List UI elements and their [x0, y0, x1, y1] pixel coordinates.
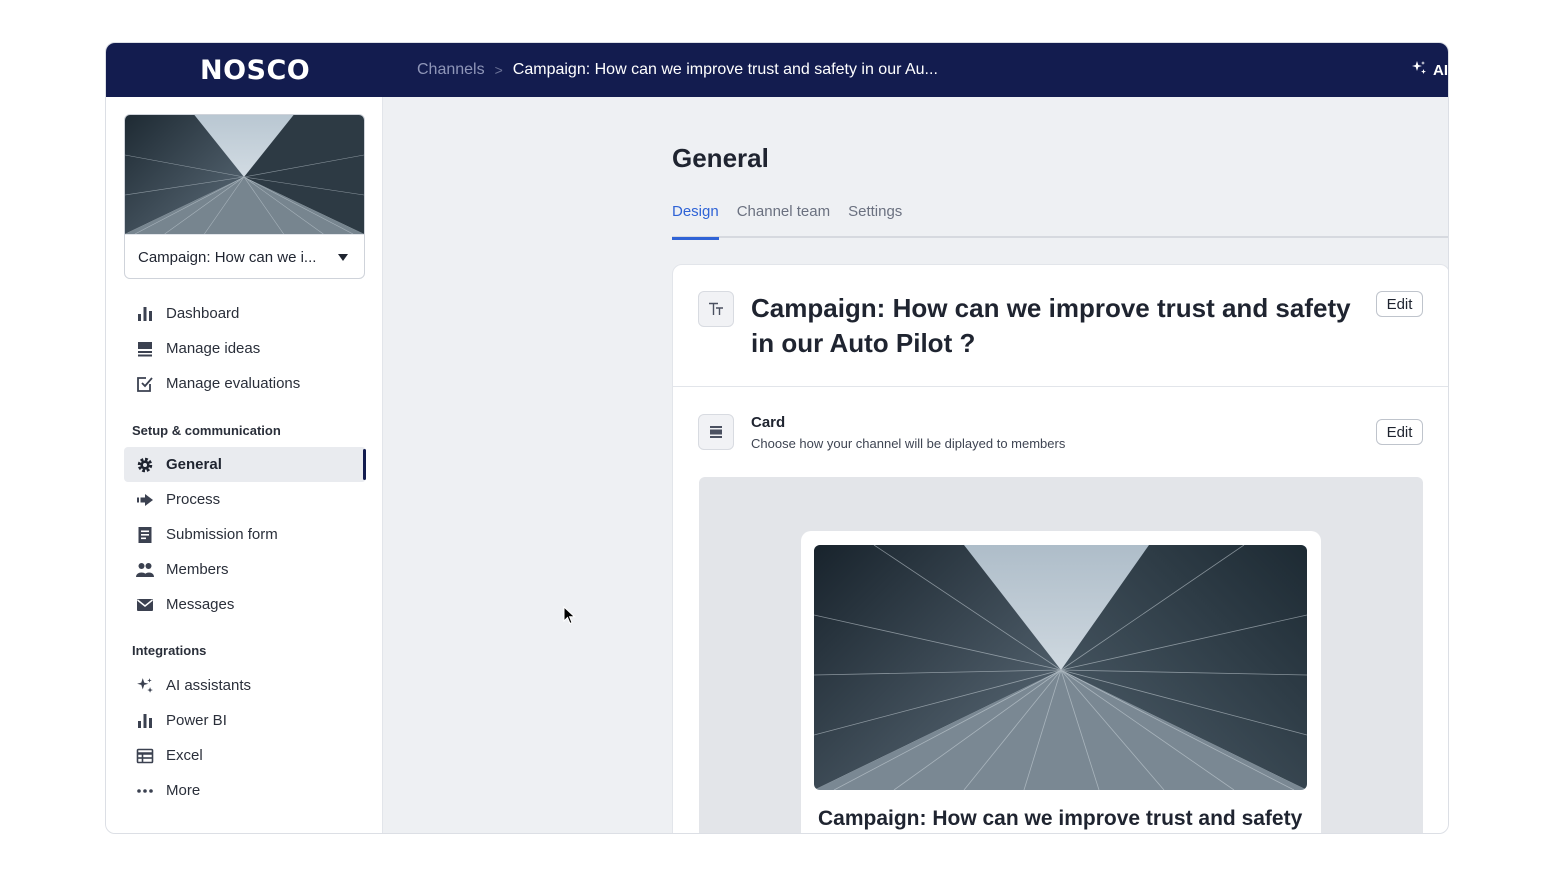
form-icon: [136, 526, 154, 544]
channel-select[interactable]: Campaign: How can we i...: [125, 234, 364, 278]
logo[interactable]: NOSCO: [200, 55, 310, 86]
edit-card-button[interactable]: Edit: [1376, 419, 1423, 445]
sidebar-item-label: Excel: [166, 747, 203, 764]
text-size-icon: [698, 291, 734, 327]
main-content: General Design Channel team Settings Cam…: [383, 97, 1448, 833]
section-label-integrations: Integrations: [132, 643, 207, 658]
channel-switcher[interactable]: Campaign: How can we i...: [124, 114, 365, 279]
mouse-cursor-icon: [563, 606, 576, 625]
gear-icon: [136, 456, 154, 474]
app-window: NOSCO Channels > Campaign: How can we im…: [105, 42, 1449, 834]
card-preview: Campaign: How can we improve trust and s…: [801, 531, 1321, 833]
breadcrumb-channels-link[interactable]: Channels: [417, 61, 485, 79]
page-title: General: [672, 143, 769, 173]
bar-chart-icon: [136, 305, 154, 323]
title-section: Campaign: How can we improve trust and s…: [673, 265, 1448, 387]
card-preview-image: [814, 545, 1307, 790]
sidebar-item-submission-form[interactable]: Submission form: [124, 517, 366, 552]
sidebar-item-messages[interactable]: Messages: [124, 587, 366, 622]
card-section-title: Card: [751, 414, 786, 431]
ai-label: AI: [1433, 61, 1448, 79]
users-icon: [136, 561, 154, 579]
card-preview-title: Campaign: How can we improve trust and s…: [818, 807, 1303, 830]
sidebar-item-ai-assistants[interactable]: AI assistants: [124, 668, 366, 703]
sparkle-icon: [136, 677, 154, 695]
sidebar-item-label: More: [166, 782, 201, 799]
sidebar-item-label: Manage ideas: [166, 340, 261, 357]
main-nav: Dashboard Manage ideas Manage evaluation…: [124, 296, 366, 401]
sidebar-item-more[interactable]: More: [124, 773, 366, 808]
sidebar-item-power-bi[interactable]: Power BI: [124, 703, 366, 738]
edit-title-button[interactable]: Edit: [1376, 291, 1423, 317]
campaign-title: Campaign: How can we improve trust and s…: [751, 293, 1351, 358]
envelope-icon: [136, 596, 154, 614]
sidebar-item-members[interactable]: Members: [124, 552, 366, 587]
channel-thumbnail: [125, 115, 364, 234]
sidebar-item-dashboard[interactable]: Dashboard: [124, 296, 366, 331]
bar-chart-icon: [136, 712, 154, 730]
card-section-description: Choose how your channel will be diplayed…: [751, 436, 1066, 451]
sidebar-item-label: Members: [166, 561, 229, 578]
sidebar-item-label: AI assistants: [166, 677, 252, 694]
sidebar-item-excel[interactable]: Excel: [124, 738, 366, 773]
card-preview-area: Campaign: How can we improve trust and s…: [699, 477, 1423, 833]
more-dots-icon: [136, 782, 154, 800]
sidebar-item-label: Power BI: [166, 712, 227, 729]
card-list-icon: [698, 414, 734, 450]
sidebar: Campaign: How can we i... Dashboard Mana…: [106, 97, 383, 833]
channel-select-label: Campaign: How can we i...: [138, 248, 317, 266]
sidebar-item-manage-evaluations[interactable]: Manage evaluations: [124, 366, 366, 401]
sidebar-item-label: Manage evaluations: [166, 375, 301, 392]
arrow-right-icon: [136, 491, 154, 509]
sidebar-item-label: Submission form: [166, 526, 278, 543]
sidebar-item-label: General: [166, 456, 222, 473]
breadcrumb-separator: >: [494, 62, 503, 78]
sidebar-item-process[interactable]: Process: [124, 482, 366, 517]
sidebar-item-label: Dashboard: [166, 305, 240, 322]
breadcrumb: Channels > Campaign: How can we improve …: [417, 61, 938, 79]
design-panel: Campaign: How can we improve trust and s…: [672, 264, 1448, 833]
tab-channel-team[interactable]: Channel team: [737, 200, 830, 238]
top-bar: NOSCO Channels > Campaign: How can we im…: [106, 43, 1448, 97]
integrations-nav: AI assistants Power BI Excel More: [124, 668, 366, 808]
sidebar-item-general[interactable]: General: [124, 447, 366, 482]
setup-nav: General Process Submission form Members …: [124, 447, 366, 622]
tab-bar: Design Channel team Settings: [672, 200, 1448, 240]
breadcrumb-current: Campaign: How can we improve trust and s…: [512, 61, 938, 78]
sidebar-item-label: Process: [166, 491, 221, 508]
sparkle-icon: [1411, 60, 1427, 80]
list-icon: [136, 340, 154, 358]
ai-button[interactable]: AI: [1411, 60, 1448, 80]
sidebar-item-label: Messages: [166, 596, 235, 613]
checkbox-icon: [136, 375, 154, 393]
sidebar-item-manage-ideas[interactable]: Manage ideas: [124, 331, 366, 366]
chevron-down-icon: [338, 253, 348, 261]
card-section: Card Choose how your channel will be dip…: [673, 387, 1448, 477]
table-icon: [136, 747, 154, 765]
section-label-setup: Setup & communication: [132, 423, 281, 438]
tab-design[interactable]: Design: [672, 200, 719, 240]
tab-settings[interactable]: Settings: [848, 200, 902, 238]
